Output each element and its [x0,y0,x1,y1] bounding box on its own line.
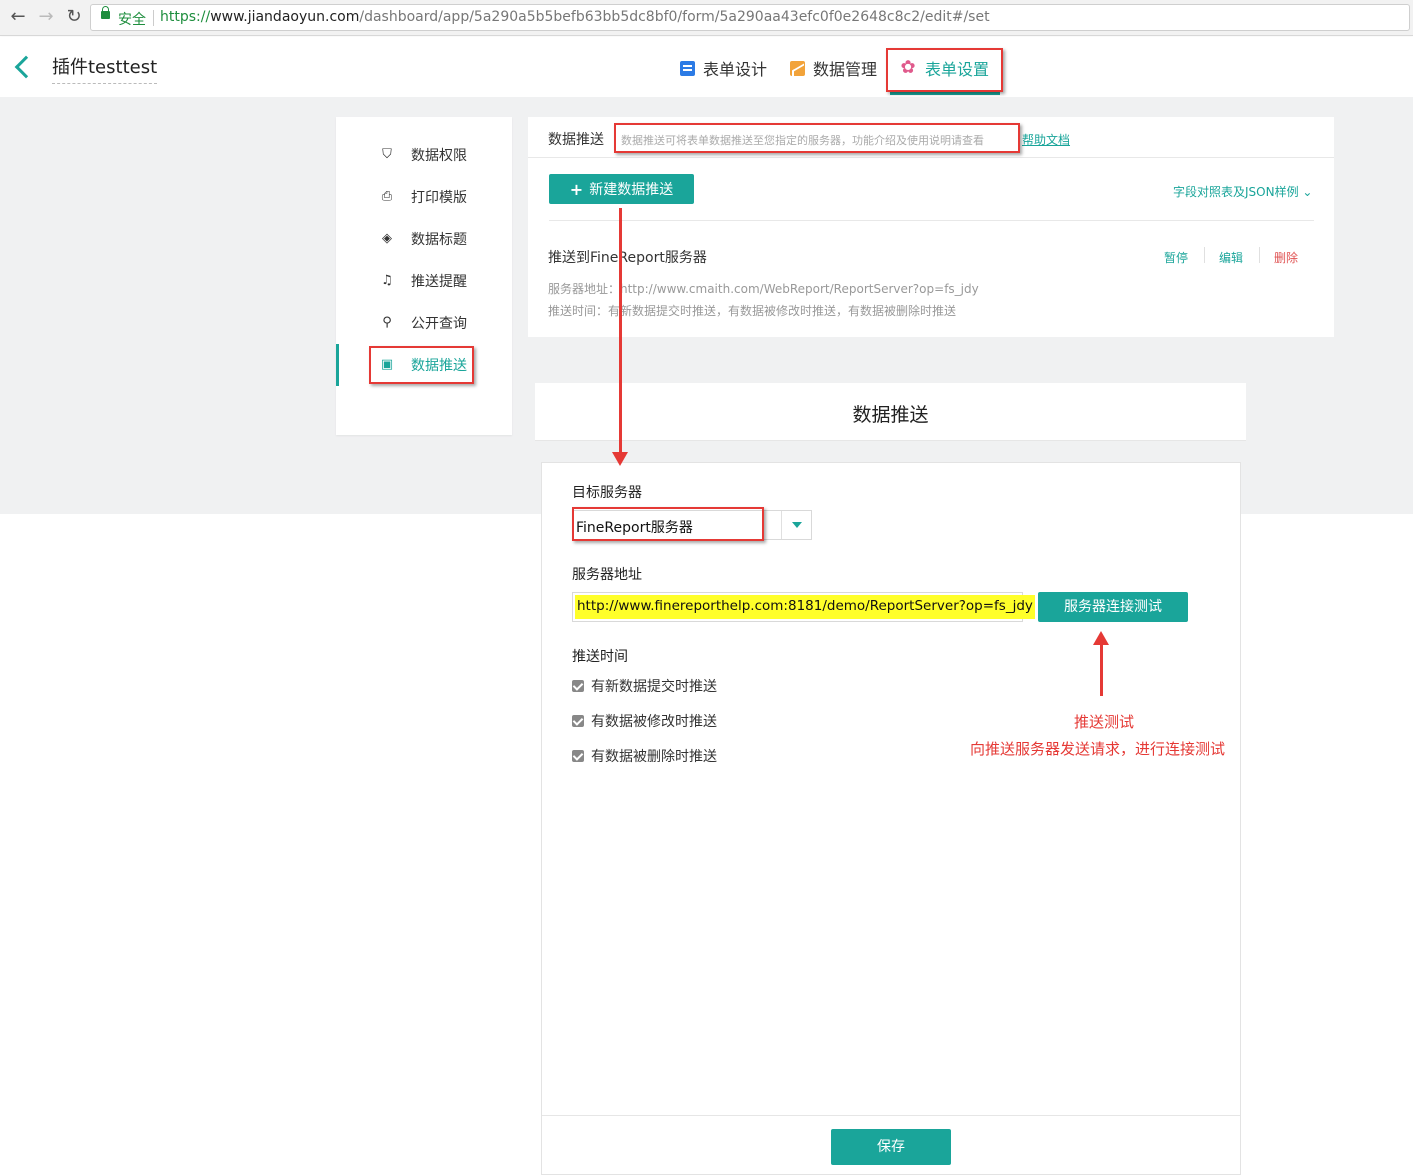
url-text: https://www.jiandaoyun.com/dashboard/app… [160,9,990,25]
tab-label: 数据管理 [813,60,878,79]
url-host: www.jiandaoyun.com [210,9,360,25]
tab-label: 表单设计 [703,60,768,79]
annotation-arrow-down [619,208,622,454]
sidebar-item-data-title[interactable]: ◈ 数据标题 [336,224,512,254]
url-path: /dashboard/app/5a290a5b5befb63bb5dc8bf0/… [359,9,990,25]
app-header: 插件testtest 表单设计 数据管理 ✿ 表单设置 [0,37,1413,97]
dialog-title: 数据推送 [852,404,929,426]
annotation-arrowhead-down [612,452,628,466]
plus-icon: + [569,179,584,199]
option-label: 有新数据提交时推送 [591,679,717,695]
sidebar-item-push-reminder[interactable]: ♫ 推送提醒 [336,266,512,296]
sidebar-item-label: 打印模版 [411,190,467,206]
search-icon: ⚲ [382,315,392,330]
action-separator [1259,247,1260,263]
chart-box-icon: ▣ [380,357,394,372]
button-label: 新建数据推送 [589,182,674,198]
push-item-time: 推送时间：有新数据提交时推送，有数据被修改时推送，有数据被删除时推送 [548,304,957,318]
url-scheme: https:// [160,9,211,25]
sidebar-item-label: 数据权限 [411,148,467,164]
checkbox-checked-icon[interactable] [572,750,584,762]
forward-arrow-icon[interactable]: → [35,6,57,28]
help-doc-link[interactable]: 帮助文档 [1022,131,1070,148]
form-icon [680,60,695,76]
annotation-arrow-up [1100,644,1103,696]
tag-icon: ◈ [382,231,392,246]
url-separator [153,10,154,26]
sidebar-active-indicator [336,344,339,386]
bell-icon: ♫ [381,273,393,288]
pause-button[interactable]: 暂停 [1164,249,1188,266]
push-item-title: 推送到FineReport服务器 [548,250,707,266]
option-label: 有数据被删除时推送 [591,749,717,765]
option-on-modify[interactable]: 有数据被修改时推送 [572,711,717,731]
sidebar-item-data-permission[interactable]: ⛉ 数据权限 [336,140,512,170]
panel-title: 数据推送 [548,132,604,148]
push-item-server: 服务器地址：http://www.cmaith.com/WebReport/Re… [548,282,979,296]
sidebar-item-label: 数据标题 [411,232,467,248]
browser-toolbar: ← → ↻ 安全 https://www.jiandaoyun.com/dash… [0,0,1413,36]
save-button[interactable]: 保存 [831,1129,951,1165]
connection-test-button[interactable]: 服务器连接测试 [1038,592,1188,622]
settings-sidebar: ⛉ 数据权限 ⎙ 打印模版 ◈ 数据标题 ♫ 推送提醒 ⚲ 公开查询 ▣ 数据推… [336,117,512,435]
secure-label: 安全 [118,12,146,28]
new-data-push-button[interactable]: + 新建数据推送 [549,174,694,204]
back-arrow-icon[interactable]: ← [7,6,29,28]
data-push-panel: 数据推送 数据推送可将表单数据推送至您指定的服务器，功能介绍及使用说明请查看 帮… [528,117,1334,337]
delete-button[interactable]: 删除 [1274,249,1298,266]
option-label: 有数据被修改时推送 [591,714,717,730]
dialog-body: 目标服务器 FineReport服务器 服务器地址 http://www.fin… [541,462,1241,1175]
action-separator [1204,247,1205,263]
dropdown-toggle[interactable] [781,511,811,539]
annotation-note: 向推送服务器发送请求，进行连接测试 [970,740,1226,758]
sidebar-item-public-query[interactable]: ⚲ 公开查询 [336,308,512,338]
json-sample-link[interactable]: 字段对照表及JSON样例 ⌄ [1173,183,1312,200]
lock-icon [101,6,110,19]
annotation-arrowhead-up [1093,631,1109,645]
active-tab-indicator [890,92,1000,95]
dialog-header: 数据推送 [535,383,1246,441]
server-address-input[interactable]: http://www.finereporthelp.com:8181/demo/… [572,592,1035,622]
sidebar-item-label: 公开查询 [411,316,467,332]
sidebar-item-data-push[interactable]: ▣ 数据推送 [336,350,512,380]
push-time-label: 推送时间 [572,649,628,665]
address-bar[interactable]: 安全 https://www.jiandaoyun.com/dashboard/… [90,4,1410,31]
chart-icon [790,60,805,76]
checkbox-checked-icon[interactable] [572,715,584,727]
printer-icon: ⎙ [381,189,393,204]
sidebar-item-label: 推送提醒 [411,274,467,290]
tab-label: 表单设置 [925,60,990,79]
app-title[interactable]: 插件testtest [52,53,158,84]
target-server-select[interactable]: FineReport服务器 [572,510,812,540]
annotation-title: 推送测试 [1074,713,1135,731]
sidebar-item-label: 数据推送 [411,358,467,374]
footer-divider [542,1115,1240,1116]
sidebar-item-print-template[interactable]: ⎙ 打印模版 [336,182,512,212]
divider [528,157,1334,158]
option-on-submit[interactable]: 有新数据提交时推送 [572,676,717,696]
edit-button[interactable]: 编辑 [1219,249,1243,266]
gear-icon: ✿ [900,57,916,78]
server-address-label: 服务器地址 [572,567,642,583]
select-value: FineReport服务器 [576,520,693,536]
input-value: http://www.finereporthelp.com:8181/demo/… [575,595,1035,619]
caret-down-icon [792,522,802,528]
tab-form-settings[interactable]: ✿ 表单设置 [899,54,989,82]
option-on-delete[interactable]: 有数据被删除时推送 [572,746,717,766]
shield-icon: ⛉ [382,147,392,162]
reload-icon[interactable]: ↻ [63,6,85,28]
target-server-label: 目标服务器 [572,485,642,501]
tab-data-management[interactable]: 数据管理 [790,54,877,82]
back-chevron-icon[interactable] [12,55,32,79]
tab-form-design[interactable]: 表单设计 [680,54,767,82]
divider [549,220,1314,221]
panel-description: 数据推送可将表单数据推送至您指定的服务器，功能介绍及使用说明请查看 [621,134,984,147]
checkbox-checked-icon[interactable] [572,680,584,692]
